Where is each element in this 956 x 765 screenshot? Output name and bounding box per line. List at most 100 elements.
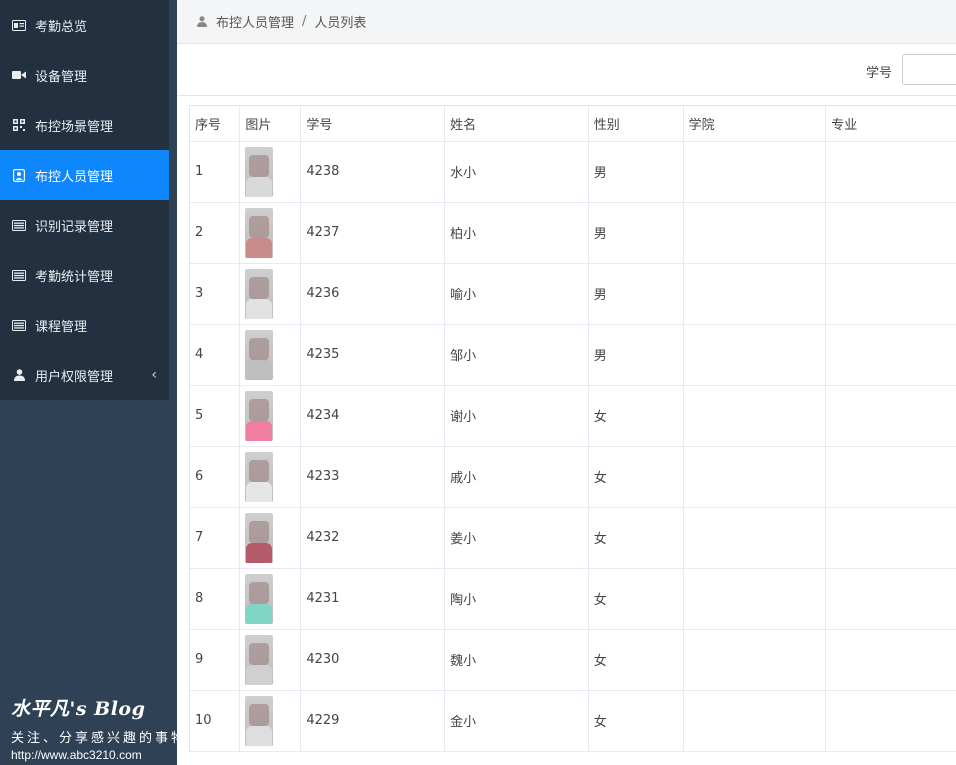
cell-major (825, 629, 956, 691)
cell-gender: 女 (588, 385, 684, 447)
qrcode-icon (12, 118, 26, 132)
cell-name: 邹小 (444, 324, 589, 386)
cell-name: 戚小 (444, 446, 589, 508)
person-body (246, 298, 273, 319)
person-photo[interactable] (245, 695, 274, 746)
person-photo[interactable] (245, 207, 274, 258)
header-student-id: 学号 (300, 106, 446, 142)
table-row: 10 4229 金小女 (190, 690, 956, 752)
cell-gender: 男 (588, 141, 684, 203)
cell-student-id: 4229 (300, 690, 446, 752)
cell-gender: 男 (588, 263, 684, 325)
cell-index: 4 (190, 324, 241, 386)
cell-major (825, 690, 956, 752)
cell-college (683, 324, 827, 386)
student-id-input[interactable] (902, 54, 956, 85)
cell-major (825, 568, 956, 630)
table-row: 4 4235 邹小男 (190, 324, 956, 386)
sidebar-item-label: 布控人员管理 (35, 169, 114, 185)
cell-name: 谢小 (444, 385, 589, 447)
cell-photo (239, 690, 302, 752)
cell-index: 9 (190, 629, 241, 691)
pixelated-face (249, 642, 270, 665)
chevron-left-icon[interactable]: ‹ (151, 367, 157, 383)
sidebar-item-label: 识别记录管理 (35, 219, 114, 235)
table-row: 1 4238 水小男 (190, 141, 956, 203)
cell-gender: 女 (588, 568, 684, 630)
pixelated-face (249, 276, 270, 299)
cell-name: 喻小 (444, 263, 589, 325)
sidebar-item-device-management[interactable]: 设备管理 (0, 50, 169, 100)
cell-college (683, 568, 827, 630)
cell-college (683, 385, 827, 447)
breadcrumb-separator: / (302, 14, 307, 29)
cell-name: 水小 (444, 141, 589, 203)
sidebar-item-course-management[interactable]: 课程管理 (0, 300, 169, 350)
sidebar-item-attendance-overview[interactable]: 考勤总览 (0, 0, 169, 50)
sidebar: 考勤总览 设备管理 布控场景管理 布控人员管理 识别记录管理 考勤统计管理 课程… (0, 0, 179, 765)
cell-college (683, 202, 827, 264)
sidebar-menu: 考勤总览 设备管理 布控场景管理 布控人员管理 识别记录管理 考勤统计管理 课程… (0, 0, 169, 400)
cell-major (825, 263, 956, 325)
header-gender: 性别 (588, 106, 684, 142)
cell-major (825, 385, 956, 447)
person-photo[interactable] (245, 329, 274, 380)
cell-major (825, 507, 956, 569)
cell-student-id: 4231 (300, 568, 446, 630)
table-row: 6 4233 戚小女 (190, 446, 956, 508)
person-body (246, 176, 273, 197)
person-photo[interactable] (245, 634, 274, 685)
person-photo[interactable] (245, 390, 274, 441)
cell-gender: 女 (588, 629, 684, 691)
cell-photo (239, 263, 302, 325)
table-row: 5 4234 谢小女 (190, 385, 956, 447)
sidebar-item-label: 布控场景管理 (35, 119, 114, 135)
pixelated-face (249, 215, 270, 238)
person-photo[interactable] (245, 146, 274, 197)
cell-student-id: 4238 (300, 141, 446, 203)
cell-name: 金小 (444, 690, 589, 752)
pixelated-face (249, 154, 270, 177)
cell-photo (239, 324, 302, 386)
video-camera-icon (12, 68, 26, 82)
sidebar-item-label: 考勤统计管理 (35, 269, 114, 285)
sidebar-item-label: 用户权限管理 (35, 369, 114, 385)
sidebar-item-attendance-statistics[interactable]: 考勤统计管理 (0, 250, 169, 300)
list-icon (12, 218, 26, 232)
cell-college (683, 446, 827, 508)
person-photo[interactable] (245, 512, 274, 563)
sidebar-item-user-permissions[interactable]: 用户权限管理 ‹ (0, 350, 169, 400)
sidebar-item-recognition-records[interactable]: 识别记录管理 (0, 200, 169, 250)
table-row: 7 4232 姜小女 (190, 507, 956, 569)
user-icon (197, 16, 207, 27)
cell-major (825, 202, 956, 264)
blog-watermark: 水平凡's Blog 关注、分享感兴趣的事物 http://www.abc321… (11, 694, 191, 762)
cell-index: 2 (190, 202, 241, 264)
header-photo: 图片 (239, 106, 302, 142)
cell-name: 柏小 (444, 202, 589, 264)
breadcrumb-parent-link[interactable]: 布控人员管理 (216, 12, 294, 31)
cell-gender: 女 (588, 446, 684, 508)
cell-student-id: 4235 (300, 324, 446, 386)
cell-gender: 女 (588, 507, 684, 569)
cell-college (683, 629, 827, 691)
table-row: 2 4237 柏小男 (190, 202, 956, 264)
personnel-table: 序号 图片 学号 姓名 性别 学院 专业 1 4238 水小男 2 4237 柏小男 3 42… (189, 105, 956, 752)
filter-bar: 学号 (177, 44, 956, 96)
breadcrumb-current: 人员列表 (314, 16, 367, 31)
cell-photo (239, 568, 302, 630)
sidebar-item-personnel-management[interactable]: 布控人员管理 (0, 150, 169, 200)
cell-photo (239, 446, 302, 508)
main-content: 布控人员管理 / 人员列表 学号 序号 图片 学号 姓名 性别 学院 专业 1 … (177, 0, 956, 765)
header-name: 姓名 (444, 106, 589, 142)
watermark-subtitle: 关注、分享感兴趣的事物 (11, 731, 179, 746)
person-photo[interactable] (245, 573, 274, 624)
cell-student-id: 4237 (300, 202, 446, 264)
list-icon (12, 268, 26, 282)
pixelated-face (249, 581, 270, 604)
person-photo[interactable] (245, 268, 274, 319)
person-photo[interactable] (245, 451, 274, 502)
sidebar-item-scene-management[interactable]: 布控场景管理 (0, 100, 169, 150)
pixelated-face (249, 398, 270, 421)
person-body (246, 481, 273, 502)
